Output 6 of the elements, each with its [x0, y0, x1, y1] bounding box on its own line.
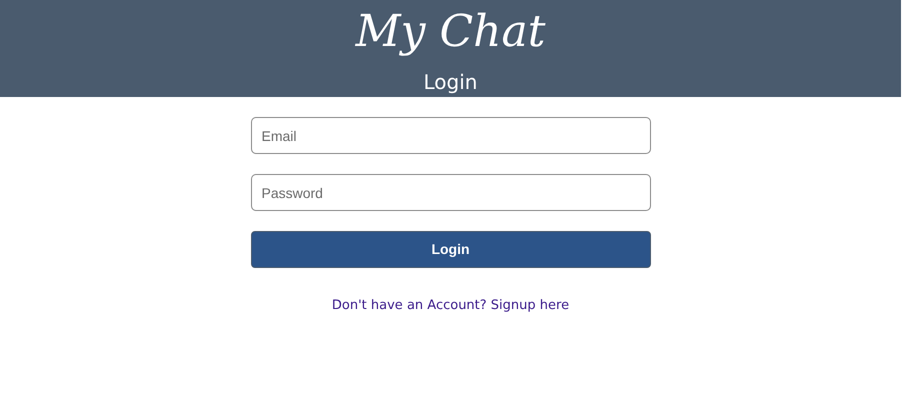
email-field[interactable]: Email — [250, 117, 650, 154]
login-button[interactable]: Login — [250, 231, 650, 268]
password-field[interactable]: Password — [250, 174, 650, 211]
page-title: Login — [424, 70, 478, 94]
logo-text: My Chat — [356, 5, 546, 59]
signup-link[interactable]: Don't have an Account? Signup here — [332, 296, 570, 316]
